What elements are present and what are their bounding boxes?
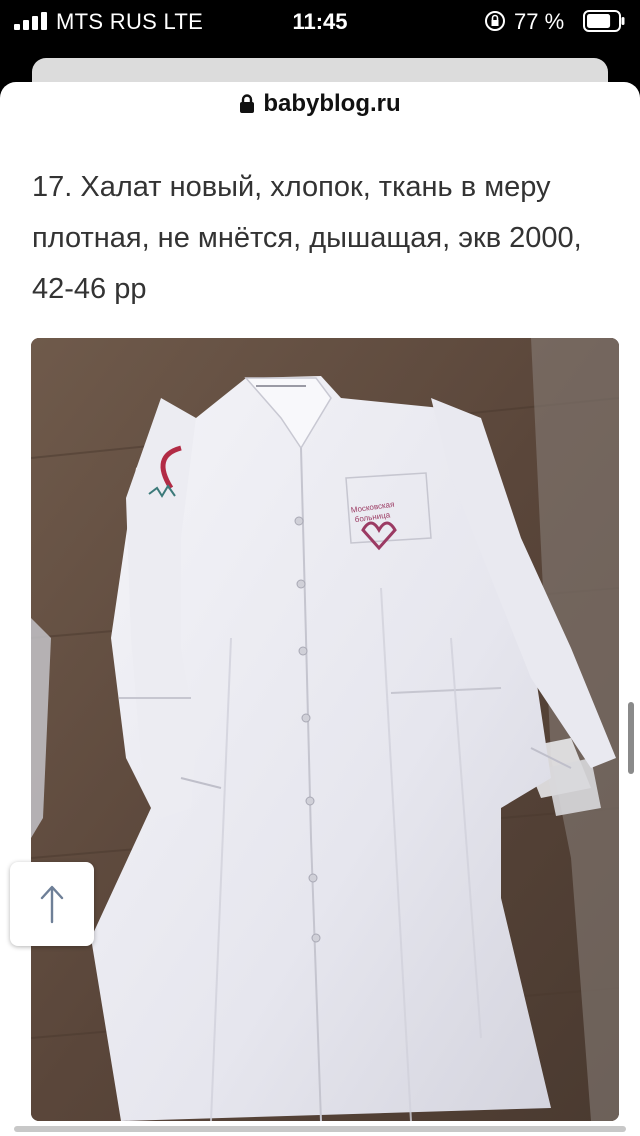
battery-icon xyxy=(583,10,625,32)
page-scrollbar[interactable] xyxy=(628,702,634,774)
status-bar: MTS RUS LTE 11:45 77 % xyxy=(0,0,640,42)
bottom-toolbar-edge xyxy=(14,1126,626,1132)
arrow-up-icon xyxy=(40,885,64,924)
medical-coat-photo[interactable]: Московская больница xyxy=(31,338,619,1121)
post-caption: 17. Халат новый, хлопок, ткань в меру пл… xyxy=(32,171,582,305)
rotation-lock-icon xyxy=(485,11,505,31)
browser-page: babyblog.ru 17. Халат новый, хлопок, тка… xyxy=(0,82,640,1136)
lock-icon xyxy=(240,94,255,113)
battery-percentage: 77 % xyxy=(514,9,565,34)
address-bar[interactable]: babyblog.ru xyxy=(0,82,640,130)
scroll-to-top-button[interactable] xyxy=(10,862,94,946)
address-domain: babyblog.ru xyxy=(263,90,401,117)
